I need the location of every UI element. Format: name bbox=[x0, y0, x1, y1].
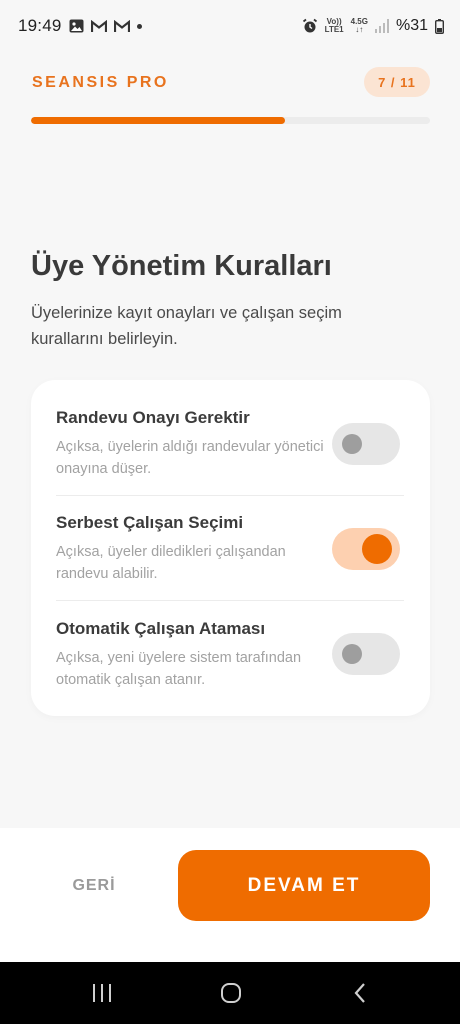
automatic-employee-assignment-toggle[interactable] bbox=[332, 633, 400, 675]
bottom-action-bar: GERİ DEVAM ET bbox=[0, 828, 460, 962]
net-speed-label: 4.5G ↓↑ bbox=[351, 18, 368, 34]
back-button[interactable]: GERİ bbox=[42, 858, 146, 914]
rules-card: Randevu Onayı Gerektir Açıksa, üyelerin … bbox=[31, 380, 430, 716]
toggle-knob bbox=[362, 534, 392, 564]
gmail-icon bbox=[90, 19, 107, 33]
recent-apps-icon[interactable] bbox=[82, 976, 122, 1010]
rule-description: Açıksa, yeni üyelere sistem tarafından o… bbox=[56, 650, 302, 688]
status-bar: 19:49 Vo)) LTE1 4.5G ↓↑ %31 bbox=[0, 0, 460, 52]
gmail-icon bbox=[113, 19, 130, 33]
system-nav-bar bbox=[0, 962, 460, 1024]
back-icon[interactable] bbox=[340, 976, 380, 1010]
dot-icon bbox=[136, 23, 142, 29]
page-title: Üye Yönetim Kuralları bbox=[31, 250, 332, 282]
continue-button[interactable]: DEVAM ET bbox=[178, 850, 430, 921]
status-time: 19:49 bbox=[18, 16, 62, 35]
lte-label: LTE1 bbox=[324, 25, 344, 34]
page-subtitle: Üyelerinize kayıt onayları ve çalışan se… bbox=[31, 304, 342, 348]
divider bbox=[56, 600, 404, 601]
battery-percent: %31 bbox=[395, 17, 428, 34]
network-label: Vo)) LTE1 bbox=[325, 18, 344, 34]
progress-bar bbox=[31, 117, 430, 124]
rule-description: Açıksa, üyelerin aldığı randevular yönet… bbox=[56, 439, 324, 477]
arrows-icon: ↓↑ bbox=[355, 25, 364, 34]
divider bbox=[56, 495, 404, 496]
toggle-knob bbox=[342, 644, 362, 664]
brand-title: SEANSIS PRO bbox=[32, 74, 169, 91]
progress-bar-fill bbox=[31, 117, 285, 124]
alarm-icon bbox=[302, 18, 318, 34]
image-icon bbox=[69, 19, 84, 33]
step-indicator-badge: 7 / 11 bbox=[364, 67, 430, 97]
toggle-knob bbox=[342, 434, 362, 454]
free-employee-selection-toggle[interactable] bbox=[332, 528, 400, 570]
appointment-approval-toggle[interactable] bbox=[332, 423, 400, 465]
home-icon[interactable] bbox=[211, 976, 251, 1010]
rule-description: Açıksa, üyeler diledikleri çalışandan ra… bbox=[56, 544, 286, 582]
signal-icon bbox=[374, 19, 389, 33]
battery-icon bbox=[435, 18, 444, 34]
